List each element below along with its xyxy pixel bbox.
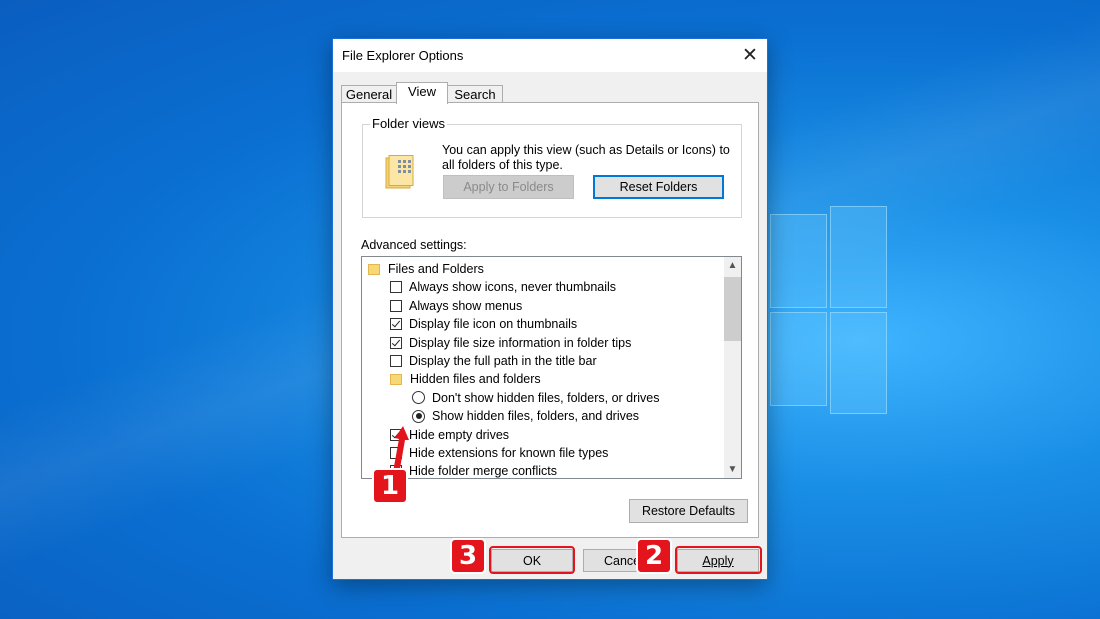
setting-label: Display file icon on thumbnails bbox=[409, 317, 578, 332]
setting-label: Hide extensions for known file types bbox=[409, 446, 609, 460]
setting-label: Show hidden files, folders, and drives bbox=[432, 409, 640, 424]
dialog-title: File Explorer Options bbox=[342, 48, 464, 63]
radio-button[interactable] bbox=[412, 409, 425, 423]
scroll-thumb[interactable] bbox=[724, 277, 741, 341]
setting-label: Display file size information in folder … bbox=[409, 335, 632, 350]
checkbox[interactable] bbox=[390, 299, 402, 312]
setting-label: Hidden files and folders bbox=[410, 372, 541, 387]
setting-label: Files and Folders bbox=[388, 262, 484, 276]
checkbox[interactable] bbox=[390, 355, 402, 367]
folder-views-icon bbox=[385, 155, 414, 189]
reset-folders-button[interactable]: Reset Folders bbox=[593, 175, 724, 199]
title-bar: File Explorer Options ✕ bbox=[333, 39, 767, 72]
setting-label: Always show menus bbox=[409, 298, 523, 313]
setting-row-checkbox[interactable]: Always show menus bbox=[390, 297, 522, 315]
tab-search[interactable]: Search bbox=[447, 85, 503, 103]
setting-label: Don't show hidden files, folders, or dri… bbox=[432, 390, 660, 405]
folder-views-description: You can apply this view (such as Details… bbox=[442, 143, 730, 172]
setting-label: Always show icons, never thumbnails bbox=[409, 280, 617, 295]
apply-button[interactable]: Apply bbox=[677, 549, 759, 572]
setting-row-checkbox[interactable]: Always show icons, never thumbnails bbox=[390, 278, 616, 296]
advanced-settings-label: Advanced settings: bbox=[361, 238, 467, 252]
tab-general[interactable]: General bbox=[341, 85, 397, 103]
folder-icon bbox=[390, 373, 402, 385]
folder-views-group: Folder views You can apply this view (su… bbox=[362, 116, 742, 218]
step-badge-3: 3 bbox=[450, 538, 486, 574]
step-badge-2: 2 bbox=[636, 538, 672, 574]
setting-row-folder: Hidden files and folders bbox=[390, 370, 541, 388]
folder-icon bbox=[368, 263, 380, 275]
setting-row-checkbox[interactable]: Hide extensions for known file types bbox=[390, 444, 608, 462]
setting-row-checkbox[interactable]: Display the full path in the title bar bbox=[390, 352, 597, 370]
checkbox[interactable] bbox=[390, 281, 402, 294]
checkbox[interactable] bbox=[390, 336, 402, 349]
setting-row-radio[interactable]: Don't show hidden files, folders, or dri… bbox=[412, 389, 660, 407]
setting-row-folder: Files and Folders bbox=[368, 260, 484, 278]
apply-to-folders-button[interactable]: Apply to Folders bbox=[443, 175, 574, 199]
setting-label: Display the full path in the title bar bbox=[409, 354, 597, 368]
setting-row-radio[interactable]: Show hidden files, folders, and drives bbox=[412, 407, 639, 425]
scroll-down-icon[interactable]: ▼ bbox=[724, 461, 741, 478]
radio-button[interactable] bbox=[412, 391, 425, 405]
setting-row-checkbox[interactable]: Display file size information in folder … bbox=[390, 334, 631, 352]
scroll-up-icon[interactable]: ▲ bbox=[724, 257, 741, 274]
advanced-settings-list[interactable]: Files and Folders Always show icons, neve… bbox=[361, 256, 742, 479]
ok-button[interactable]: OK bbox=[491, 549, 573, 572]
setting-label: Hide folder merge conflicts bbox=[409, 464, 557, 479]
checkbox[interactable] bbox=[390, 318, 402, 331]
setting-label: Hide empty drives bbox=[409, 427, 510, 442]
setting-row-checkbox[interactable]: Display file icon on thumbnails bbox=[390, 315, 577, 333]
tab-view[interactable]: View bbox=[396, 82, 448, 104]
step-badge-1: 1 bbox=[372, 468, 408, 504]
close-icon[interactable]: ✕ bbox=[733, 39, 767, 72]
list-scrollbar[interactable]: ▲ ▼ bbox=[724, 257, 741, 478]
restore-defaults-button[interactable]: Restore Defaults bbox=[629, 499, 748, 523]
windows-logo bbox=[770, 206, 887, 414]
setting-row-checkbox[interactable]: Hide folder merge conflicts bbox=[390, 462, 557, 479]
folder-views-legend: Folder views bbox=[370, 116, 447, 131]
